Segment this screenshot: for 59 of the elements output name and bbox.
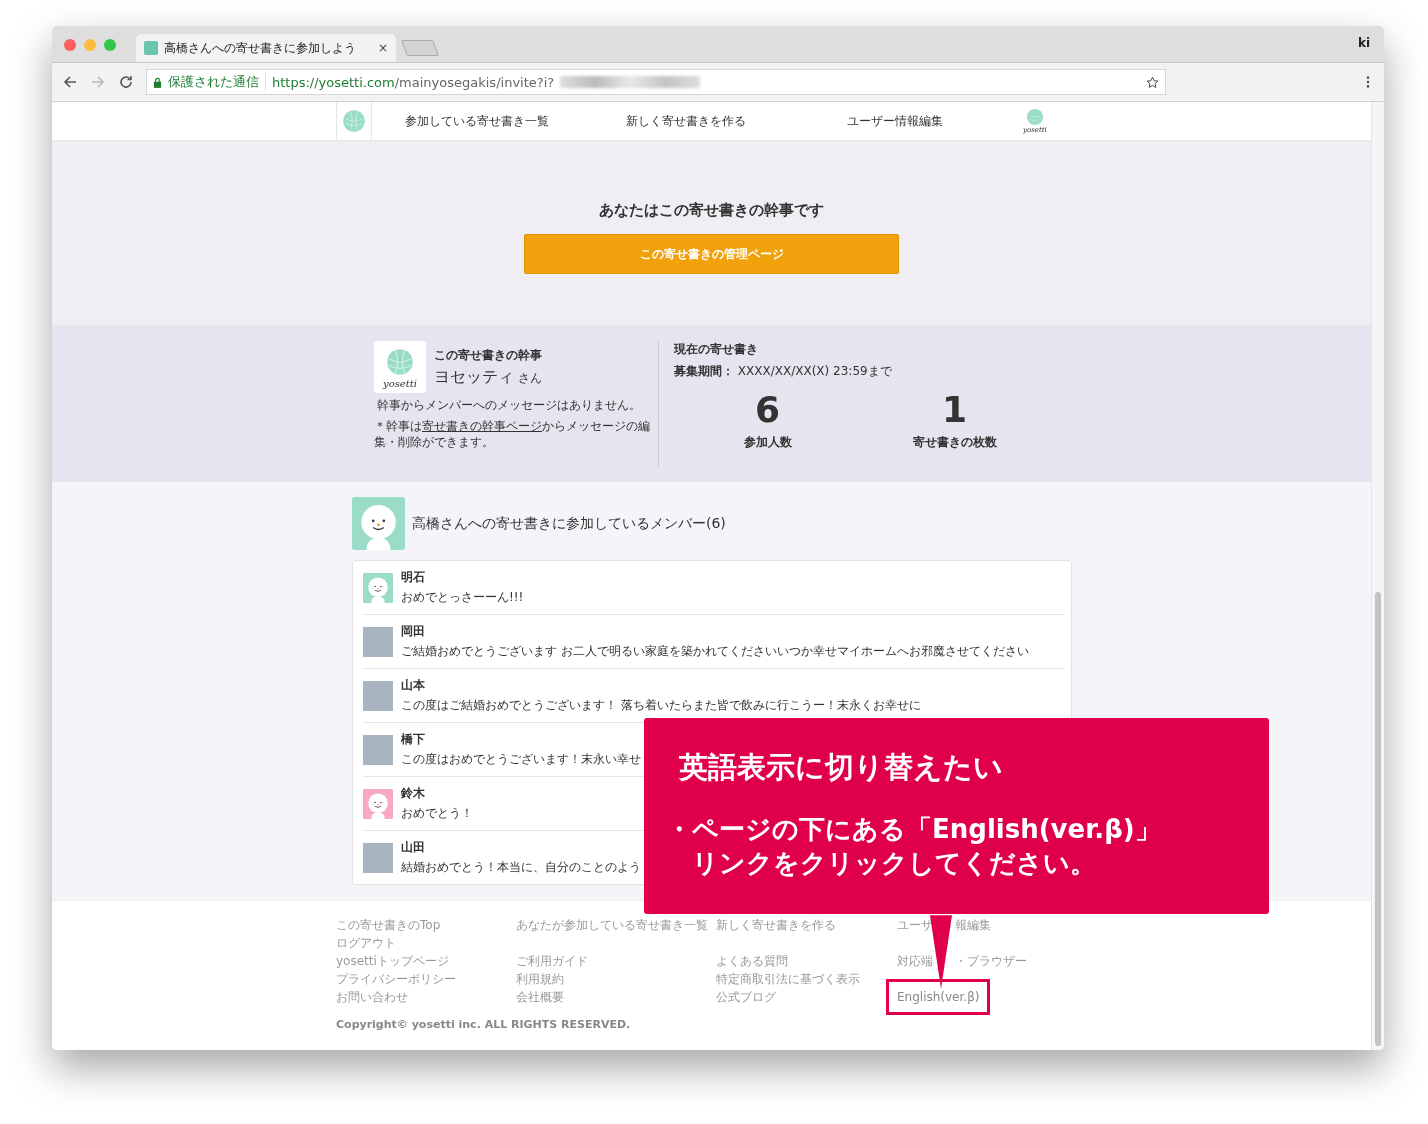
member-name: 岡田 [401, 623, 426, 640]
tab-title: 高橋さんへの寄せ書きに参加しよう [164, 39, 357, 57]
stat-value: 6 [754, 388, 781, 432]
member-message: 結婚おめでとう！本当に、自分のことのよう [401, 859, 641, 876]
footer-link[interactable]: 対応端 [897, 952, 933, 970]
footer-link[interactable]: 新しく寄せ書きを作る [716, 916, 836, 934]
footer-link[interactable]: 利用規約 [516, 970, 564, 988]
member-name: 橋下 [401, 731, 426, 748]
footer-link[interactable]: ご利用ガイド [516, 952, 588, 970]
callout-text: リンクをクリックしてください。 [692, 847, 1097, 880]
copyright-text: Copyright© yosetti inc. ALL RIGHTS RESERVED. [336, 1018, 632, 1031]
member-message: おめでとう！ [401, 805, 473, 822]
stat-value: 1 [941, 388, 968, 432]
footer-link[interactable]: ログアウト [336, 934, 396, 952]
nav-link[interactable]: 参加している寄せ書き一覧 [372, 112, 582, 130]
footer-link[interactable]: お問い合わせ [336, 988, 408, 1006]
footer-link[interactable]: 報編集 [955, 916, 991, 934]
member-name: 山田 [401, 839, 426, 856]
current-title: 現在の寄せ書き [674, 341, 759, 358]
period-text: 募集期間： XXXX/XX/XX(X) 23:59まで [674, 363, 893, 380]
tab-close-button[interactable]: × [377, 41, 388, 55]
footer-link[interactable]: 公式ブログ [716, 988, 776, 1006]
members-heading: 高橋さんへの寄せ書きに参加しているメンバー(6) [412, 514, 726, 533]
member-message: この度はご結婚おめでとうございます！ 落ち着いたらまた皆で飲みに行こうー！末永くお幸せに [401, 697, 921, 714]
logo-text: yosetti [383, 377, 417, 389]
organizer-message: 幹事からメンバーへのメッセージはありません。 [377, 397, 642, 414]
organizer-page-link[interactable]: 寄せ書きの幹事ページ [422, 419, 542, 433]
organizer-note: ＊幹事は寄せ書きの幹事ページからメッセージの編集・削除ができます。 [374, 418, 651, 451]
member-message: この度はおめでとうございます！末永い幸せ [401, 751, 641, 768]
stat-label: 寄せ書きの枚数 [912, 434, 997, 451]
member-name: 山本 [401, 677, 426, 694]
member-message: ご結婚おめでとうございます お二人で明るい家庭を築かれてくださいいつか幸せマイホームへお邪魔させてください [401, 643, 1029, 660]
url-text: https://yosetti.com/mainyosegakis/invite?i? [272, 74, 555, 90]
security-label: 保護された通信 [168, 73, 259, 91]
address-bar[interactable]: 保護された通信 https://yosetti.com/mainyosegakis/invite?i? [146, 69, 1166, 95]
footer-link[interactable]: 会社概要 [516, 988, 564, 1006]
nav-link[interactable]: ユーザー情報編集 [790, 112, 1000, 130]
manage-page-button[interactable]: この寄せ書きの管理ページ [524, 234, 899, 274]
footer-link[interactable]: この寄せ書きのTop [336, 916, 441, 934]
footer-link[interactable]: よくある質問 [716, 952, 788, 970]
callout-title: 英語表示に切り替えたい [679, 749, 1004, 786]
organizer-label: この寄せ書きの幹事 [434, 346, 542, 364]
member-name: 明石 [401, 569, 426, 586]
footer-link[interactable]: English(ver.β) [897, 988, 980, 1006]
member-name: 鈴木 [401, 785, 426, 802]
organizer-heading: あなたはこの寄せ書きの幹事です [599, 201, 824, 220]
bullet-mark: ・ [666, 813, 692, 846]
browser-tab[interactable]: 高橋さんへの寄せ書きに参加しよう × [136, 34, 396, 62]
stat-label: 参加人数 [743, 434, 792, 451]
member-message: おめでとっさーーん!!! [401, 589, 524, 606]
nav-link[interactable]: 新しく寄せ書きを作る [581, 112, 791, 130]
footer-link[interactable]: ・ブラウザー [955, 952, 1027, 970]
footer-link[interactable]: あなたが参加している寄せ書き一覧 [516, 916, 708, 934]
footer-link[interactable]: プライバシーポリシー [336, 970, 456, 988]
callout-text: ページの下にある「English(ver.β)」 [692, 813, 1161, 846]
footer-link[interactable]: yosettiトップページ [336, 952, 449, 970]
organizer-name: ヨセッティ さん [434, 366, 542, 388]
profile-label[interactable]: ki [1357, 36, 1370, 50]
footer-link[interactable]: 特定商取引法に基づく表示 [716, 970, 860, 988]
